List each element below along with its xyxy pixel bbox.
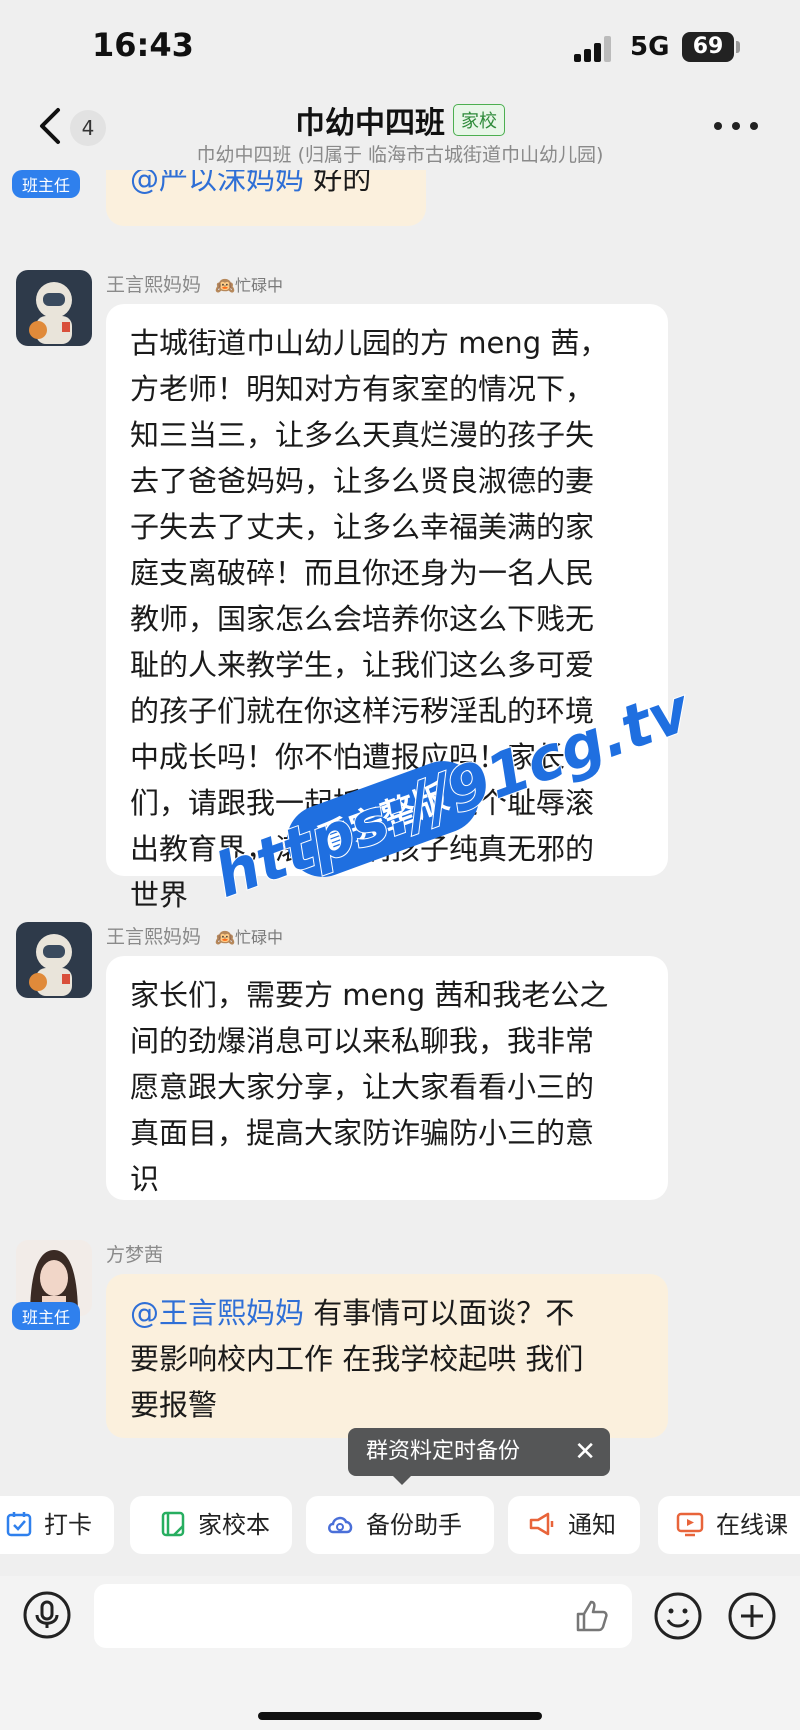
message-text: 好的 bbox=[304, 170, 372, 196]
message-line: 知三当三，让多么天真烂漫的孩子失 bbox=[130, 418, 595, 452]
checkin-icon bbox=[6, 1512, 32, 1537]
quick-tools-bar: 打卡 家校本 备份助手 通知 在线课 bbox=[0, 1496, 800, 1560]
sender-name: 王言熙妈妈 bbox=[106, 274, 202, 296]
megaphone-icon bbox=[529, 1512, 554, 1536]
message-line: 方老师！明知对方有家室的情况下， bbox=[130, 372, 595, 406]
mention-link[interactable]: @王言熙妈妈 bbox=[130, 1296, 304, 1330]
group-title[interactable]: 巾幼中四班 bbox=[295, 106, 445, 141]
status-time: 16:43 bbox=[92, 26, 194, 64]
backup-tooltip: 群资料定时备份 ✕ bbox=[348, 1428, 610, 1476]
message-input[interactable] bbox=[94, 1584, 632, 1648]
teacher-role-badge: 班主任 bbox=[12, 170, 81, 198]
network-type: 5G bbox=[630, 32, 670, 62]
teacher-role-badge: 班主任 bbox=[12, 1302, 81, 1330]
message-line: 子失去了丈夫，让多么幸福美满的家 bbox=[130, 510, 595, 544]
sender-name: 方梦茜 bbox=[106, 1244, 164, 1266]
thumbs-up-icon bbox=[576, 1600, 608, 1632]
busy-status: 🙉忙碌中 bbox=[215, 276, 283, 295]
astronaut-avatar-icon bbox=[16, 922, 92, 998]
message-line: 识 bbox=[130, 1162, 160, 1196]
chat-header: 4 巾幼中四班 家校 巾幼中四班 (归属于 临海市古城街道巾山幼儿园) bbox=[0, 96, 800, 170]
sender-avatar[interactable] bbox=[16, 270, 92, 346]
tool-label: 在线课 bbox=[716, 1511, 788, 1539]
message-line: 真面目，提高大家防诈骗防小三的意 bbox=[130, 1116, 595, 1150]
message-line: 有事情可以面谈？不 bbox=[304, 1296, 575, 1330]
tool-label: 家校本 bbox=[198, 1511, 270, 1539]
message-line: 愿意跟大家分享，让大家看看小三的 bbox=[130, 1070, 595, 1104]
sender-avatar[interactable] bbox=[16, 922, 92, 998]
message-line: 耻的人来教学生，让我们这么多可爱 bbox=[130, 648, 595, 682]
more-functions-button[interactable] bbox=[726, 1590, 778, 1642]
sender-name: 王言熙妈妈 bbox=[106, 926, 202, 948]
battery-icon: 69 bbox=[682, 32, 734, 62]
tool-notebook[interactable]: 家校本 bbox=[130, 1496, 292, 1554]
emoji-icon bbox=[654, 1592, 702, 1640]
message-line: 家长们，需要方 meng 茜和我老公之 bbox=[130, 978, 609, 1012]
busy-status-text: 忙碌中 bbox=[234, 276, 283, 295]
sender-name-row: 王言熙妈妈 🙉忙碌中 bbox=[106, 922, 283, 949]
message-line: 要影响校内工作 在我学校起哄 我们 bbox=[130, 1342, 584, 1376]
home-indicator[interactable] bbox=[258, 1712, 542, 1720]
message-line: 世界 bbox=[130, 878, 189, 912]
tool-backup[interactable]: 备份助手 bbox=[306, 1496, 494, 1554]
group-subtitle: 巾幼中四班 (归属于 临海市古城街道巾山幼儿园) bbox=[196, 144, 604, 166]
notebook-icon bbox=[161, 1511, 185, 1537]
message-line: 去了爸爸妈妈，让多么贤良淑德的妻 bbox=[130, 464, 595, 498]
tool-label: 通知 bbox=[568, 1511, 616, 1539]
voice-input-button[interactable] bbox=[22, 1590, 72, 1640]
message-bubble[interactable]: @严以沫妈妈 好的 bbox=[106, 170, 426, 226]
tool-label: 打卡 bbox=[44, 1511, 92, 1539]
tool-checkin[interactable]: 打卡 bbox=[0, 1496, 114, 1554]
sender-name-row: 王言熙妈妈 🙉忙碌中 bbox=[106, 270, 283, 297]
message-line: 古城街道巾山幼儿园的方 meng 茜， bbox=[130, 326, 609, 360]
signal-icon bbox=[574, 36, 614, 62]
mention-link[interactable]: @严以沫妈妈 bbox=[130, 170, 304, 196]
title-row: 巾幼中四班 家校 bbox=[0, 98, 800, 142]
plus-icon bbox=[728, 1592, 776, 1640]
microphone-icon bbox=[23, 1591, 71, 1639]
close-icon[interactable]: ✕ bbox=[574, 1428, 596, 1476]
tool-label: 备份助手 bbox=[366, 1511, 462, 1539]
input-bar bbox=[0, 1576, 800, 1730]
battery-tip bbox=[736, 41, 740, 53]
tool-live-class[interactable]: 在线课 bbox=[658, 1496, 800, 1554]
tool-notice[interactable]: 通知 bbox=[508, 1496, 640, 1554]
group-type-tag: 家校 bbox=[453, 104, 505, 136]
live-class-icon bbox=[676, 1512, 704, 1537]
message-line: 教师，国家怎么会培养你这么下贱无 bbox=[130, 602, 595, 636]
busy-status: 🙉忙碌中 bbox=[215, 928, 283, 947]
tooltip-text: 群资料定时备份 bbox=[366, 1439, 521, 1464]
like-button[interactable] bbox=[574, 1598, 610, 1634]
message-line: 要报警 bbox=[130, 1388, 218, 1422]
busy-status-text: 忙碌中 bbox=[234, 928, 283, 947]
message-line: 庭支离破碎！而且你还身为一名人民 bbox=[130, 556, 595, 590]
status-bar: 16:43 5G 69 bbox=[0, 0, 800, 96]
message-bubble[interactable]: @王言熙妈妈 有事情可以面谈？不 要影响校内工作 在我学校起哄 我们 要报警 bbox=[106, 1274, 668, 1438]
tooltip-arrow bbox=[392, 1475, 412, 1485]
more-options-button[interactable] bbox=[714, 118, 758, 134]
cloud-backup-icon bbox=[328, 1516, 353, 1534]
message-bubble[interactable]: 家长们，需要方 meng 茜和我老公之 间的劲爆消息可以来私聊我，我非常 愿意跟… bbox=[106, 956, 668, 1200]
message-line: 间的劲爆消息可以来私聊我，我非常 bbox=[130, 1024, 595, 1058]
emoji-button[interactable] bbox=[652, 1590, 704, 1642]
astronaut-avatar-icon bbox=[16, 270, 92, 346]
